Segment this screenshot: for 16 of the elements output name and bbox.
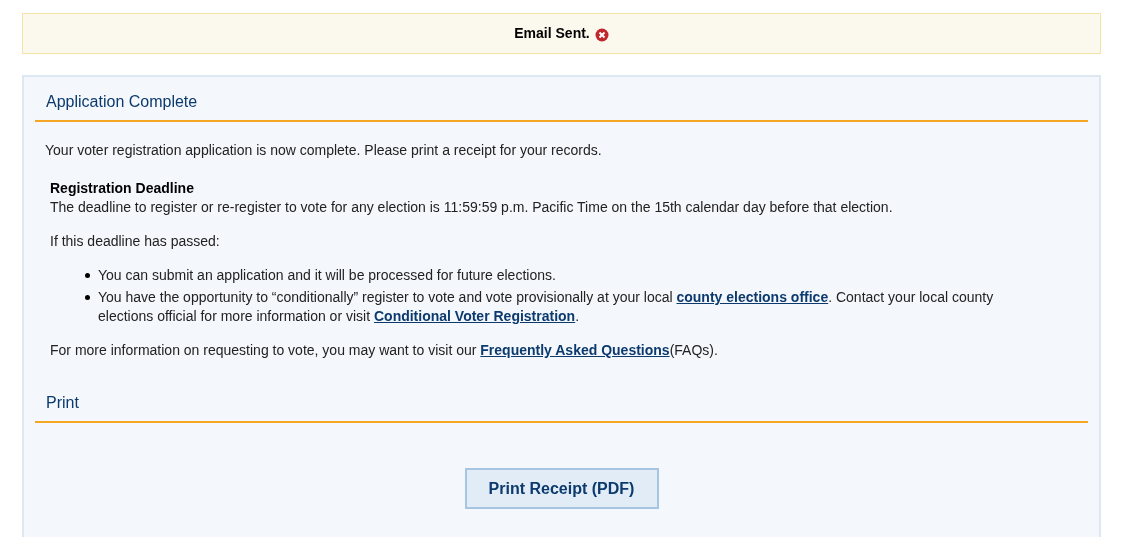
- intro-text: Your voter registration application is now complete. Please print a receipt for your records.: [45, 141, 603, 159]
- bullet-text: You have the opportunity to “conditionally” register to vote and vote provisionally at your local county elections office. Contact your local county elections official for more information or visit Conditional Voter Registration.: [98, 288, 995, 326]
- alert-message: Email Sent.: [514, 24, 590, 43]
- deadline-passed-text: If this deadline has passed:: [50, 232, 221, 250]
- bullet-icon: [85, 295, 90, 300]
- deadline-heading: Registration Deadline: [50, 179, 195, 197]
- bullet-icon: [85, 273, 90, 278]
- more-info-text: For more information on requesting to vote, you may want to visit our Frequently Asked Questions(FAQs).: [50, 341, 719, 359]
- deadline-text: The deadline to register or re-register to vote for any election is 11:59:59 p.m. Pacific Time on the 15th calendar day before that election.: [50, 198, 894, 217]
- section-heading: Application Complete: [46, 92, 199, 112]
- text-link[interactable]: Frequently Asked Questions: [480, 342, 670, 358]
- section-heading: Print: [46, 393, 80, 413]
- print-receipt-button[interactable]: Print Receipt (PDF): [464, 468, 659, 509]
- text-link[interactable]: county elections office: [676, 289, 829, 305]
- close-icon[interactable]: [594, 28, 609, 42]
- bullet-text: You can submit an application and it will be processed for future elections.: [98, 266, 556, 285]
